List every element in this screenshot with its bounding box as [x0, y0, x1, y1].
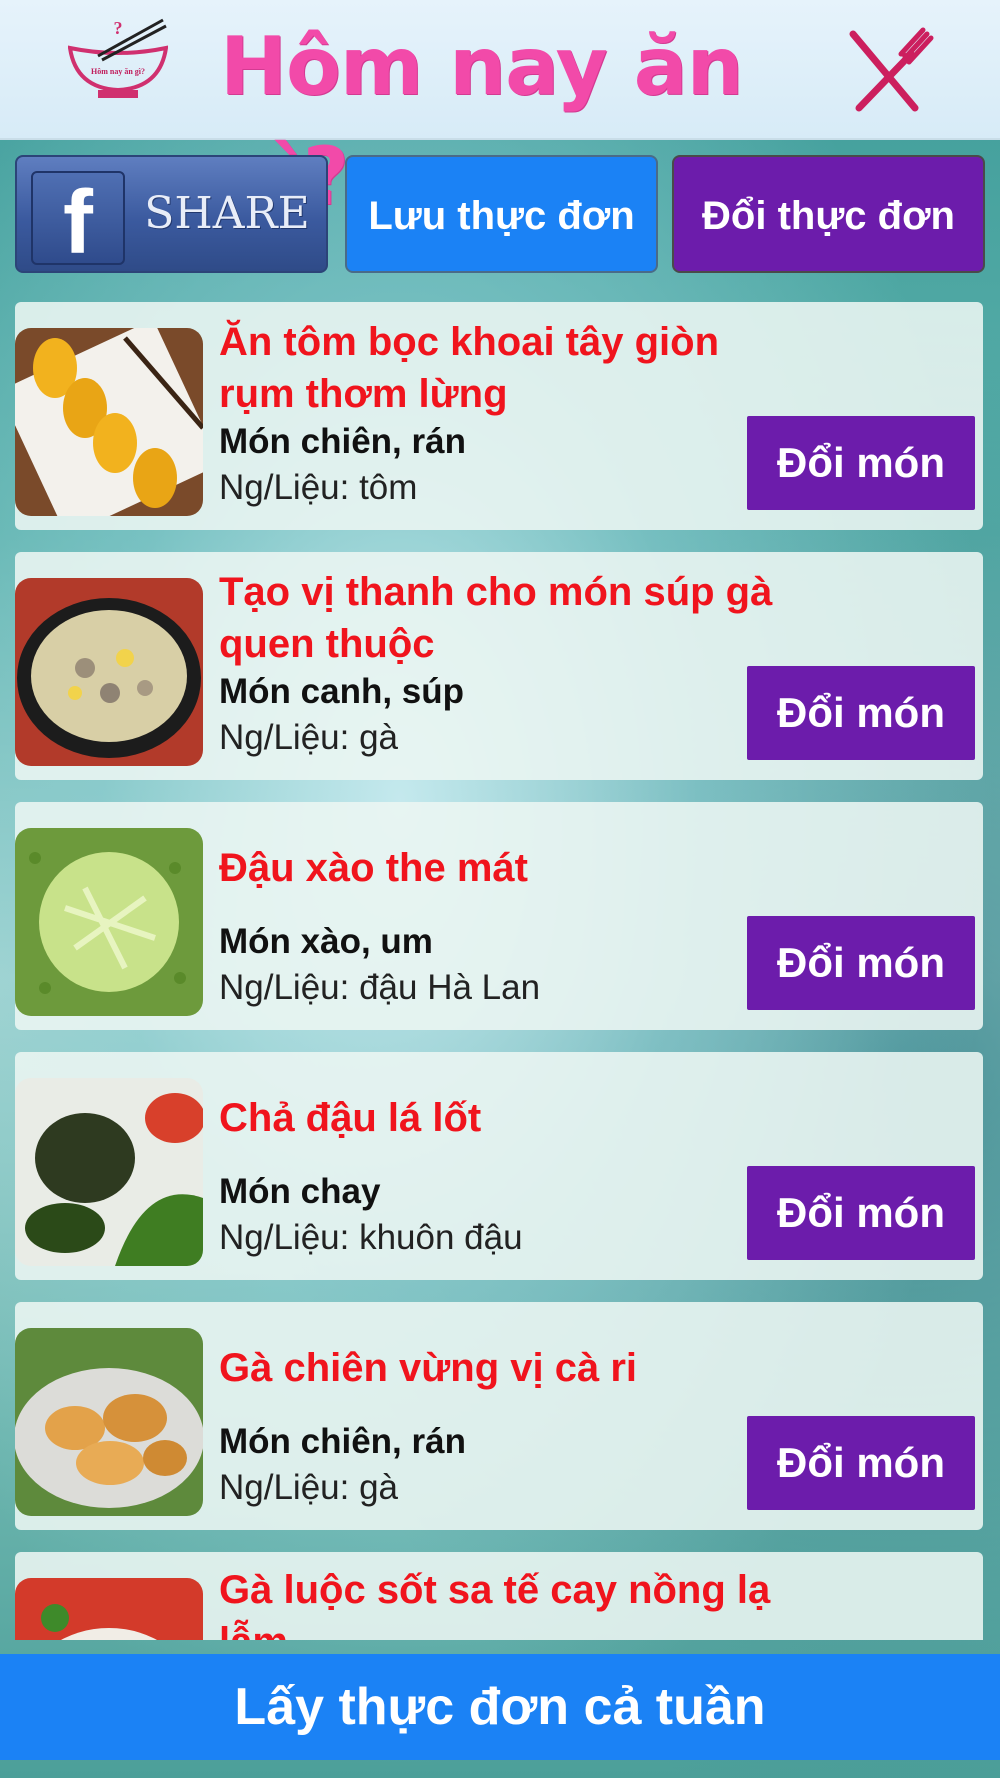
dish-card: Đậu xào the mát Món xào, um Ng/Liệu: đậu… [15, 802, 983, 1030]
dish-category: Món canh, súp [219, 672, 464, 711]
dish-image [15, 1078, 203, 1266]
app-header: ? Hôm nay ăn gì? Hôm nay ăn gì? [0, 0, 1000, 223]
dish-image [15, 328, 203, 516]
dish-category: Món chay [219, 1172, 381, 1211]
dish-category: Món xào, um [219, 922, 433, 961]
swap-dish-button[interactable]: Đổi món [747, 916, 975, 1010]
change-menu-button[interactable]: Đổi thực đơn [672, 155, 985, 273]
toolbar: f SHARE Lưu thực đơn Đổi thực đơn [15, 155, 985, 277]
app-title: Hôm nay ăn gì? [220, 20, 744, 223]
fork-knife-close-icon[interactable] [845, 24, 935, 114]
swap-dish-button[interactable]: Đổi món [747, 1166, 975, 1260]
dish-image [15, 1578, 203, 1640]
dish-title: Tạo vị thanh cho món súp gà quen thuộc [219, 570, 773, 666]
dish-list[interactable]: Ăn tôm bọc khoai tây giòn rụm thơm lừng … [0, 300, 1000, 1640]
dish-title: Gà luộc sốt sa tế cay nồng lạ lẫm [219, 1568, 771, 1640]
svg-text:?: ? [114, 18, 123, 38]
dish-ingredient: Ng/Liệu: khuôn đậu [219, 1218, 523, 1257]
swap-dish-button[interactable]: Đổi món [747, 666, 975, 760]
facebook-share-button[interactable]: f SHARE [15, 155, 328, 273]
dish-title: Chả đậu lá lốt [219, 1096, 482, 1140]
dish-card: Gà luộc sốt sa tế cay nồng lạ lẫm [15, 1552, 983, 1640]
facebook-icon: f [31, 171, 125, 273]
dish-category: Món chiên, rán [219, 1422, 466, 1461]
dish-card: Gà chiên vừng vị cà ri Món chiên, rán Ng… [15, 1302, 983, 1530]
swap-dish-button[interactable]: Đổi món [747, 416, 975, 510]
save-menu-button[interactable]: Lưu thực đơn [345, 155, 658, 273]
dish-card: Chả đậu lá lốt Món chay Ng/Liệu: khuôn đ… [15, 1052, 983, 1280]
dish-image [15, 1328, 203, 1516]
week-menu-button[interactable]: Lấy thực đơn cả tuần [0, 1654, 1000, 1760]
dish-ingredient: Ng/Liệu: gà [219, 718, 399, 757]
dish-title: Gà chiên vừng vị cà ri [219, 1346, 638, 1390]
share-label: SHARE [144, 188, 310, 239]
dish-ingredient: Ng/Liệu: gà [219, 1468, 399, 1507]
logo-text: Hôm nay ăn gì? [91, 67, 145, 76]
dish-title: Đậu xào the mát [219, 846, 528, 890]
dish-ingredient: Ng/Liệu: đậu Hà Lan [219, 968, 541, 1007]
dish-ingredient: Ng/Liệu: tôm [219, 468, 418, 507]
dish-card: Tạo vị thanh cho món súp gà quen thuộc M… [15, 552, 983, 780]
dish-image [15, 578, 203, 766]
dish-title: Ăn tôm bọc khoai tây giòn rụm thơm lừng [219, 320, 720, 416]
swap-dish-button[interactable]: Đổi món [747, 1416, 975, 1510]
dish-image [15, 828, 203, 1016]
app-logo: ? Hôm nay ăn gì? [67, 18, 169, 108]
dish-category: Món chiên, rán [219, 422, 466, 461]
dish-card: Ăn tôm bọc khoai tây giòn rụm thơm lừng … [15, 302, 983, 530]
